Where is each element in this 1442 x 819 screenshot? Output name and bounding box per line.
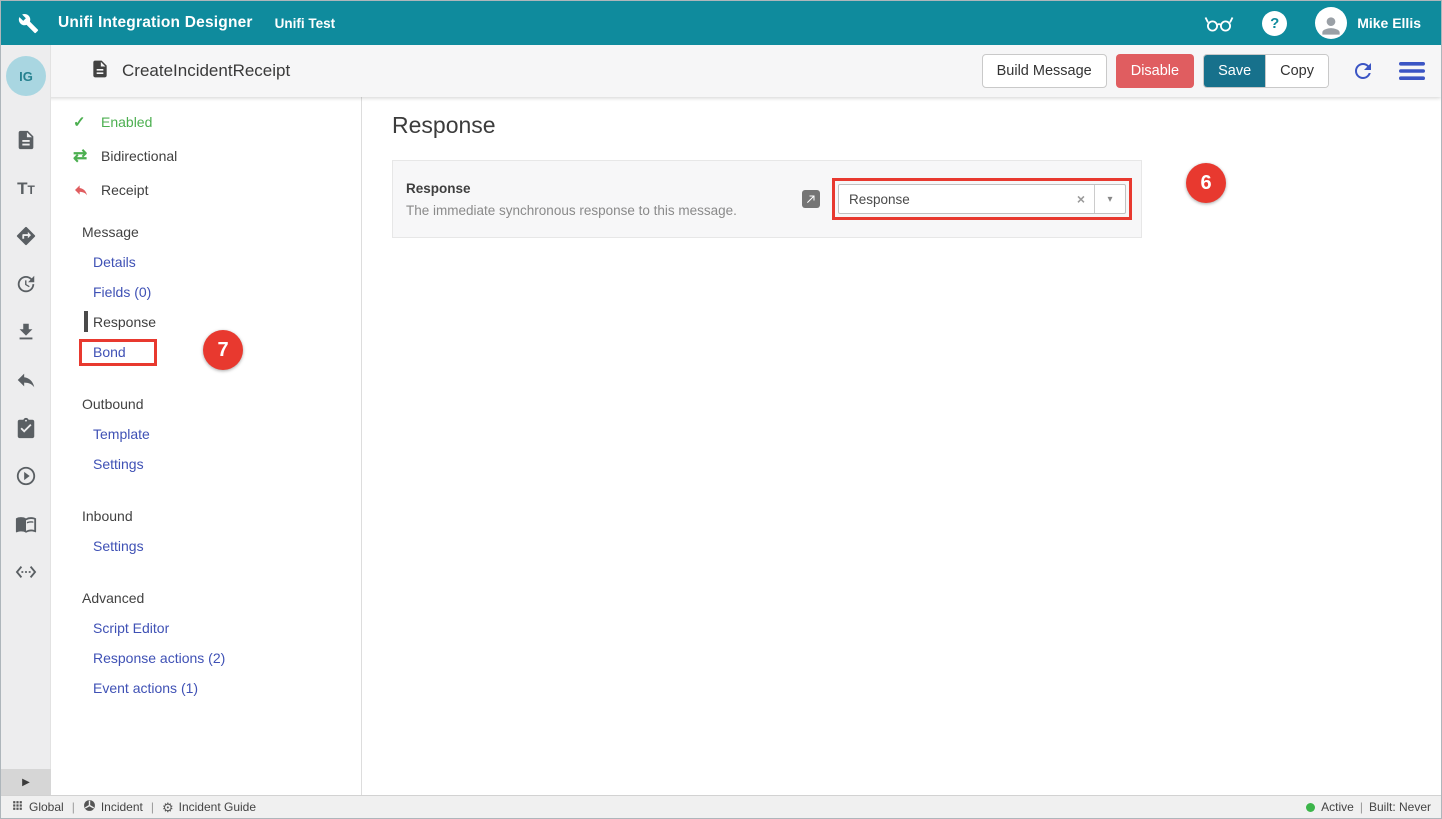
book-icon[interactable] [15,513,37,535]
app-title: Unifi Integration Designer [58,14,253,32]
nav-link-outbound-settings[interactable]: Settings [51,449,361,479]
nav-section-outbound: Outbound [51,389,361,419]
check-icon: ✓ [73,113,95,131]
refresh-icon[interactable] [1351,59,1375,83]
response-select[interactable]: Response × ▾ [838,184,1126,214]
document-header: CreateIncidentReceipt Build Message Disa… [1,45,1441,97]
nav-link-event-actions[interactable]: Event actions (1) [51,673,361,703]
update-icon[interactable] [15,273,37,295]
wrench-icon[interactable] [18,13,39,34]
nav-link-inbound-settings[interactable]: Settings [51,531,361,561]
nav-section-inbound: Inbound [51,501,361,531]
nav-link-response[interactable]: Response [51,307,361,337]
section-heading: Response [392,112,1441,139]
field-description: The immediate synchronous response to th… [406,203,737,218]
nav-link-fields[interactable]: Fields (0) [51,277,361,307]
annotation-box-response-select: Response × ▾ [832,178,1132,220]
side-navigation: ✓ Enabled ⇄ Bidirectional Receipt Messag… [51,97,362,795]
nav-link-response-actions[interactable]: Response actions (2) [51,643,361,673]
apps-grid-icon [11,799,24,815]
glasses-icon[interactable] [1204,12,1234,34]
user-name[interactable]: Mike Ellis [1357,15,1421,31]
document-icon[interactable] [15,129,37,151]
play-circle-icon[interactable] [15,465,37,487]
nav-link-script-editor[interactable]: Script Editor [51,613,361,643]
annotation-step-7: 7 [203,330,243,370]
open-record-icon[interactable] [802,190,820,208]
field-label: Response [406,181,737,196]
page-title: CreateIncidentReceipt [122,61,290,81]
copy-button[interactable]: Copy [1265,55,1328,87]
integration-avatar[interactable]: IG [6,56,46,96]
active-status-icon [1306,803,1315,812]
annotation-box-bond: Bond [79,339,157,366]
gear-icon: ⚙ [162,801,174,814]
icon-rail: IG TT [1,45,51,795]
disable-button[interactable]: Disable [1116,54,1194,88]
user-avatar[interactable] [1315,7,1347,39]
status-bidirectional: ⇄ Bidirectional [51,139,361,173]
hamburger-menu-icon[interactable] [1399,61,1425,81]
directions-icon[interactable] [15,225,37,247]
expand-rail-button[interactable]: ▶ [1,769,51,795]
status-receipt: Receipt [51,173,361,207]
nav-link-details[interactable]: Details [51,247,361,277]
nav-section-advanced: Advanced [51,583,361,613]
reply-icon[interactable] [15,369,37,391]
response-field-row: Response The immediate synchronous respo… [392,160,1142,238]
annotation-step-6: 6 [1186,163,1226,203]
tasks-icon[interactable] [15,417,37,439]
chevron-down-icon[interactable]: ▾ [1095,194,1125,205]
nav-link-template[interactable]: Template [51,419,361,449]
main-content: Response Response The immediate synchron… [363,97,1441,795]
clear-icon[interactable]: × [1068,191,1094,207]
swap-arrows-icon: ⇄ [73,146,95,166]
active-status-label: Active [1321,800,1354,814]
code-icon[interactable] [15,561,37,583]
nav-section-message: Message [51,217,361,247]
select-value: Response [839,192,910,207]
incident-app-icon [83,799,96,815]
help-icon[interactable]: ? [1262,11,1287,36]
status-enabled: ✓ Enabled [51,105,361,139]
status-bar: Global | Incident | ⚙ Incident Guide Act… [1,795,1441,818]
app-window: Unifi Integration Designer Unifi Test ? … [0,0,1442,819]
text-icon[interactable]: TT [15,177,37,199]
context-item[interactable]: ⚙ Incident Guide [162,800,256,814]
top-bar: Unifi Integration Designer Unifi Test ? … [1,1,1441,45]
receipt-reply-icon [73,182,95,198]
scope-item[interactable]: Global [11,799,64,815]
workspace-name[interactable]: Unifi Test [275,16,336,31]
document-icon [90,59,110,84]
download-icon[interactable] [15,321,37,343]
save-button[interactable]: Save [1204,55,1265,87]
built-status-label: Built: Never [1369,800,1431,814]
build-message-button[interactable]: Build Message [982,54,1107,88]
save-copy-group: Save Copy [1203,54,1329,88]
application-item[interactable]: Incident [83,799,143,815]
